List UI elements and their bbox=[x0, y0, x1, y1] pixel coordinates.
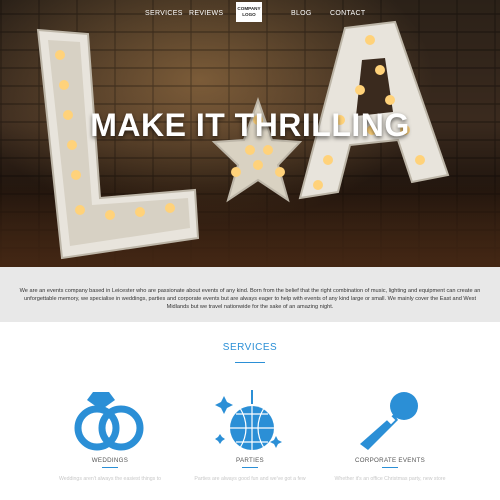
logo-text-line-2: LOGO bbox=[242, 11, 256, 17]
service-teaser: Weddings aren't always the easiest thing… bbox=[58, 476, 162, 482]
marquee-bulb bbox=[415, 155, 425, 165]
nav-link-contact[interactable]: CONTACT bbox=[330, 10, 365, 17]
marquee-bulb bbox=[365, 35, 375, 45]
hero-headline: MAKE IT THRILLING bbox=[90, 107, 410, 143]
marquee-bulb bbox=[75, 205, 85, 215]
marquee-bulb bbox=[355, 85, 365, 95]
marquee-bulb bbox=[275, 167, 285, 177]
service-card-parties[interactable]: PARTIES Parties are always good fun and … bbox=[180, 390, 320, 482]
nav-link-services[interactable]: SERVICES bbox=[145, 10, 183, 17]
top-navigation: SERVICES REVIEWS COMPANY LOGO BLOG CONTA… bbox=[0, 0, 500, 30]
marquee-bulb bbox=[263, 145, 273, 155]
microphone-icon bbox=[320, 390, 460, 454]
company-logo[interactable]: COMPANY LOGO bbox=[236, 2, 262, 22]
service-divider bbox=[382, 467, 398, 468]
marquee-bulb bbox=[231, 167, 241, 177]
service-label: PARTIES bbox=[235, 457, 264, 464]
wedding-rings-icon bbox=[40, 390, 180, 454]
service-card-corporate-events[interactable]: CORPORATE EVENTS Whether it's an office … bbox=[320, 390, 460, 482]
disco-ball-icon bbox=[180, 390, 320, 454]
marquee-bulb bbox=[135, 207, 145, 217]
marquee-bulb bbox=[55, 50, 65, 60]
services-title: SERVICES bbox=[222, 342, 278, 353]
marquee-bulb bbox=[165, 203, 175, 213]
nav-link-blog[interactable]: BLOG bbox=[291, 10, 312, 17]
service-teaser: Whether it's an office Christmas party, … bbox=[334, 476, 446, 482]
marquee-bulb bbox=[105, 210, 115, 220]
marquee-bulb bbox=[71, 170, 81, 180]
service-label: CORPORATE EVENTS bbox=[354, 457, 425, 464]
marquee-bulb bbox=[253, 160, 263, 170]
logo-text-line-1: COMPANY bbox=[237, 6, 261, 11]
hero-banner: SERVICES REVIEWS COMPANY LOGO BLOG CONTA… bbox=[0, 0, 500, 267]
service-divider bbox=[242, 467, 258, 468]
marquee-bulb bbox=[385, 95, 395, 105]
marquee-bulb bbox=[313, 180, 323, 190]
marquee-bulb bbox=[245, 145, 255, 155]
marquee-bulb bbox=[59, 80, 69, 90]
services-title-divider bbox=[235, 362, 265, 363]
service-label: WEDDINGS bbox=[91, 457, 129, 464]
service-card-weddings[interactable]: WEDDINGS Weddings aren't always the easi… bbox=[40, 390, 180, 482]
services-section: SERVICES WEDDINGS Weddings aren't always… bbox=[0, 322, 500, 500]
marquee-bulb bbox=[323, 155, 333, 165]
intro-section: We are an events company based in Leices… bbox=[0, 267, 500, 322]
service-divider bbox=[102, 467, 118, 468]
marquee-bulb bbox=[375, 65, 385, 75]
intro-text: We are an events company based in Leices… bbox=[19, 288, 481, 310]
service-teaser: Parties are always good fun and we've go… bbox=[194, 476, 306, 482]
nav-link-reviews[interactable]: REVIEWS bbox=[189, 10, 223, 17]
